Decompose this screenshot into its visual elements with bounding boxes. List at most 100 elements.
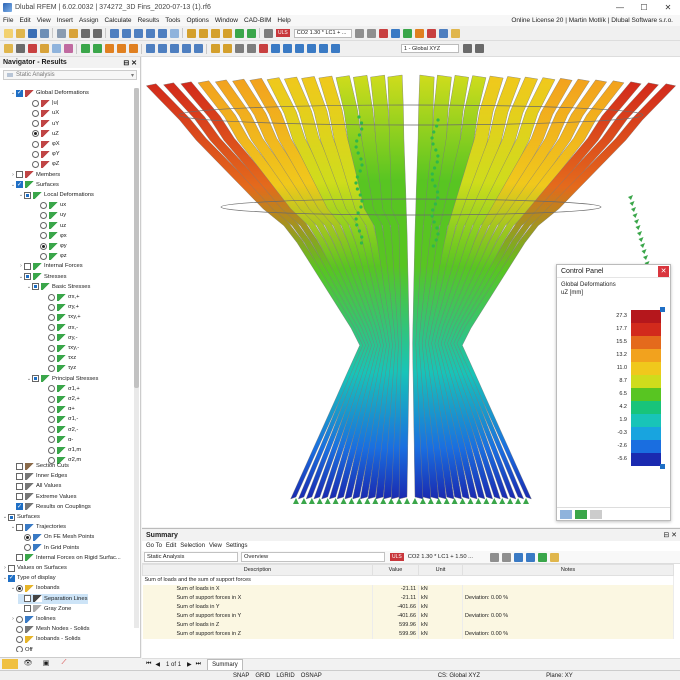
tree-item[interactable]: Gray Zone xyxy=(18,604,71,614)
summary-menu-goto[interactable]: Go To xyxy=(144,543,164,549)
tree-item[interactable]: uZ xyxy=(26,129,59,139)
load-icon[interactable] xyxy=(104,44,114,53)
radio-button[interactable] xyxy=(16,646,23,652)
info-icon[interactable] xyxy=(270,44,280,53)
tree-item[interactable]: |u| xyxy=(26,98,58,108)
radio-button[interactable] xyxy=(48,354,55,362)
tree-item[interactable]: ⌄ Principal Stresses xyxy=(26,374,98,384)
node-icon[interactable] xyxy=(3,44,13,53)
menu-window[interactable]: Window xyxy=(212,17,241,24)
menu-options[interactable]: Options xyxy=(183,17,211,24)
table-row[interactable]: Sum of support forces in Y -401.66 kN Devia… xyxy=(142,611,674,621)
checkbox[interactable] xyxy=(24,262,31,270)
tab-summary[interactable]: Summary xyxy=(207,659,243,670)
radio-button[interactable] xyxy=(40,232,47,240)
menu-edit[interactable]: Edit xyxy=(16,17,33,24)
tree-item[interactable]: σy,+ xyxy=(42,302,79,312)
radio-button[interactable] xyxy=(48,324,55,332)
tree-item[interactable]: α- xyxy=(42,435,73,445)
view-front-icon[interactable] xyxy=(121,28,131,38)
checkbox[interactable] xyxy=(8,513,15,521)
checkbox[interactable]: ✓ xyxy=(16,89,23,97)
view-icon[interactable] xyxy=(109,28,119,38)
display-tab-icon[interactable]: 👁 xyxy=(20,659,36,669)
animate-icon[interactable] xyxy=(415,28,425,38)
summary-analysis-select[interactable]: Static Analysis xyxy=(144,552,238,562)
checkbox[interactable] xyxy=(16,482,23,490)
menu-file[interactable]: File xyxy=(0,17,16,24)
tree-item[interactable]: ⌄ Trajectories xyxy=(10,522,66,532)
tree-item[interactable]: τxy,+ xyxy=(42,312,81,322)
checkbox[interactable]: ✓ xyxy=(16,503,23,511)
table-row[interactable]: Sum of loads in Z 599.96 kN xyxy=(142,620,674,630)
osnap-toggle[interactable]: OSNAP xyxy=(298,673,325,679)
measure-icon[interactable] xyxy=(222,28,232,38)
excel-export-icon[interactable] xyxy=(538,552,548,562)
tree-item[interactable]: φY xyxy=(26,149,60,159)
comment-icon[interactable] xyxy=(222,44,232,53)
tree-item[interactable]: All Values xyxy=(10,481,61,491)
radio-button[interactable] xyxy=(48,436,55,444)
snap-icon[interactable] xyxy=(306,44,316,53)
filter-icon[interactable] xyxy=(439,28,449,38)
tree-item[interactable]: φX xyxy=(26,139,60,149)
grid-icon[interactable] xyxy=(246,44,256,53)
data-tab-icon[interactable] xyxy=(2,658,18,669)
tree-item[interactable]: φZ xyxy=(26,159,59,169)
tree-item[interactable]: ⌄ Basic Stresses xyxy=(26,282,90,292)
new-file-icon[interactable] xyxy=(3,28,13,38)
tree-item[interactable]: On FE Mesh Points xyxy=(18,532,94,542)
tree-item[interactable]: σ1,m xyxy=(42,445,81,455)
table-row[interactable]: Sum of support forces in Z 599.96 kN Deviat… xyxy=(142,629,674,639)
checkbox[interactable] xyxy=(24,191,31,199)
report-icon[interactable] xyxy=(68,28,78,38)
render-icon[interactable] xyxy=(169,28,179,38)
radio-button[interactable] xyxy=(32,140,39,148)
display-icon[interactable] xyxy=(263,28,273,38)
next-arrow-icon[interactable] xyxy=(367,28,377,38)
pin-close-icon[interactable]: ⊟ ✕ xyxy=(123,59,140,67)
tree-item[interactable]: ⌄ Isobands xyxy=(10,583,60,593)
menu-help[interactable]: Help xyxy=(274,17,293,24)
print-icon[interactable] xyxy=(39,28,49,38)
checkbox[interactable] xyxy=(16,523,23,531)
scale-icon[interactable] xyxy=(451,28,461,38)
move-icon[interactable] xyxy=(157,44,167,53)
tree-item[interactable]: Mesh Nodes - Solids xyxy=(10,624,89,634)
cs-edit-icon[interactable] xyxy=(462,44,472,53)
select-icon[interactable] xyxy=(210,28,220,38)
radio-button[interactable] xyxy=(48,426,55,434)
radio-button[interactable] xyxy=(32,99,39,107)
checkbox[interactable] xyxy=(8,564,15,572)
tree-item[interactable]: Extreme Values xyxy=(10,492,77,502)
radio-button[interactable] xyxy=(48,293,55,301)
snap-toggle[interactable]: SNAP xyxy=(230,673,252,679)
tree-item[interactable]: uY xyxy=(26,119,59,129)
view-iso-icon[interactable] xyxy=(157,28,167,38)
save-icon[interactable] xyxy=(27,28,37,38)
tree-item[interactable]: Internal Forces on Rigid Surfac... xyxy=(10,553,121,563)
checkbox[interactable] xyxy=(16,171,23,179)
delete-icon[interactable] xyxy=(258,44,268,53)
minimize-icon[interactable]: — xyxy=(608,3,632,12)
tree-item[interactable]: σx,- xyxy=(42,323,78,333)
scale-tool-icon[interactable] xyxy=(193,44,203,53)
member-icon[interactable] xyxy=(27,44,37,53)
tree-item[interactable]: uy xyxy=(34,210,66,220)
radio-button[interactable] xyxy=(24,533,31,541)
select-icon[interactable] xyxy=(526,552,536,562)
opening-icon[interactable] xyxy=(63,44,73,53)
tree-item[interactable]: ⌄ Surfaces xyxy=(2,512,40,522)
radio-button[interactable] xyxy=(16,625,23,633)
tree-item[interactable]: ⌄ Local Deformations xyxy=(18,190,94,200)
rotate-icon[interactable] xyxy=(169,44,179,53)
radio-button[interactable] xyxy=(16,635,23,643)
table-row[interactable]: Sum of support forces in X -21.11 kN Deviat… xyxy=(142,593,674,603)
load-combo-select[interactable]: CO2 1.30 * LC1 + ... xyxy=(293,28,352,38)
checkbox[interactable] xyxy=(24,605,31,613)
tree-item[interactable]: φz xyxy=(34,251,67,261)
tree-item[interactable]: › Values on Surfaces xyxy=(2,563,67,573)
first-page-icon[interactable]: ⏮ xyxy=(146,661,151,668)
tree-item[interactable]: τyz xyxy=(42,363,76,373)
summary-menu-view[interactable]: View xyxy=(207,543,224,549)
